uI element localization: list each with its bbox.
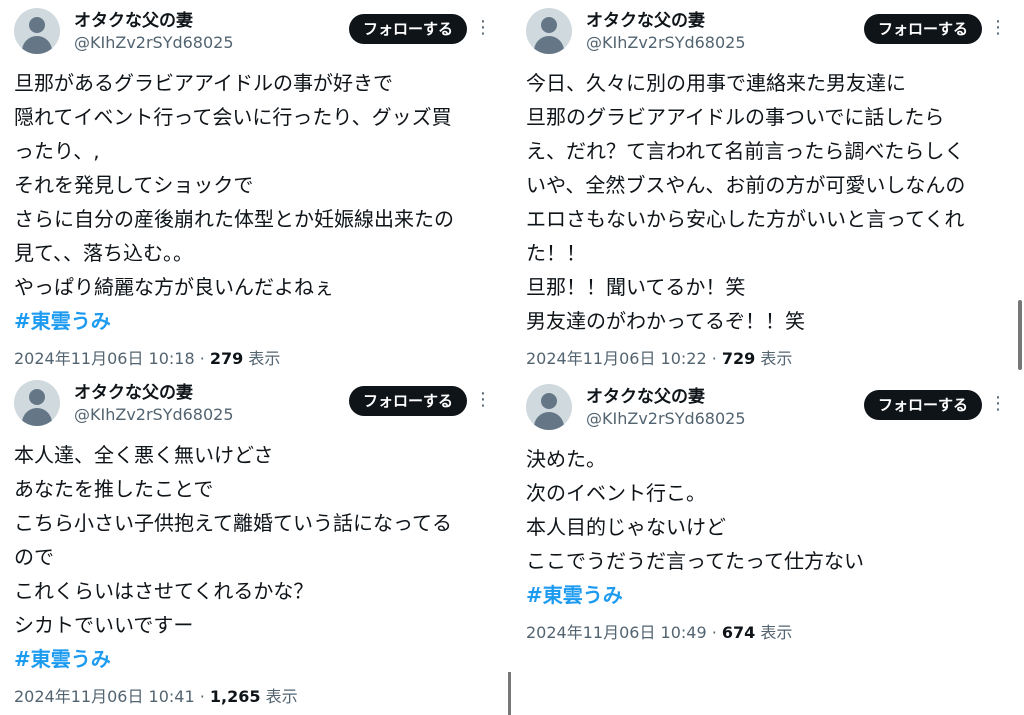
meta-separator: · — [194, 349, 210, 368]
follow-button[interactable]: フォローする — [348, 386, 467, 416]
avatar-icon[interactable] — [14, 8, 60, 54]
timestamp[interactable]: 2024年11月06日 10:49 — [526, 623, 707, 642]
more-options-icon[interactable]: ⋮ — [473, 388, 493, 412]
timestamp[interactable]: 2024年11月06日 10:41 — [14, 687, 195, 706]
meta-separator: · — [706, 349, 722, 368]
tweet-line: 今日、久々に別の用事で連絡来た男友達に — [526, 71, 906, 95]
tweet-line: さらに自分の産後崩れた体型とか妊娠線出来たの — [14, 207, 454, 231]
tweet-line: それを発見してショックで — [14, 173, 254, 197]
tweet-text: 今日、久々に別の用事で連絡来た男友達に 旦那のグラビアアイドルの事ついでに話した… — [526, 66, 1010, 338]
tweet-line: エロさもないから安心した方がいいと言ってくれ — [526, 207, 965, 231]
tweet-line: いや、全然ブスやん、お前の方が可愛いしなんの — [526, 173, 966, 197]
tweet-header: オタクな父の妻 @KIhZv2rSYd68025 フォローする ⋮ — [14, 8, 495, 66]
view-count: 1,265 — [209, 687, 261, 706]
tweet-line: 男友達のがわかってるぞ！！笑 — [526, 309, 805, 333]
tweet-line: ここでうだうだ言ってたって仕方ない — [526, 549, 864, 573]
tweet-line: た！！ — [526, 241, 586, 265]
tweet-line: ったり、, — [14, 139, 100, 163]
scrollbar-right[interactable] — [1018, 300, 1022, 370]
tweet-line: 見て、、落ち込む。。 — [14, 241, 193, 265]
tweet-line: 旦那のグラビアアイドルの事ついでに話したら — [526, 105, 945, 129]
tweet-line: やっぱり綺麗な方が良いんだよねぇ — [14, 275, 334, 299]
user-handle[interactable]: @KIhZv2rSYd68025 — [586, 408, 746, 430]
view-count: 279 — [209, 349, 244, 368]
timestamp[interactable]: 2024年11月06日 10:22 — [526, 349, 707, 368]
timestamp[interactable]: 2024年11月06日 10:18 — [14, 349, 195, 368]
tweet-line: 旦那！！聞いてるか！笑 — [526, 275, 746, 299]
avatar-icon[interactable] — [14, 380, 60, 426]
tweet-meta: 2024年11月06日 10:41 · 1,265 表示 — [14, 684, 495, 710]
more-options-icon[interactable]: ⋮ — [988, 16, 1008, 40]
tweet-line: 本人達、全く悪く無いけどさ — [14, 443, 274, 467]
hashtag-link[interactable]: #東雲うみ — [14, 304, 495, 338]
tweet-card-4[interactable]: オタクな父の妻 @KIhZv2rSYd68025 フォローする ⋮ 決めた。 次… — [512, 376, 1024, 715]
more-options-icon[interactable]: ⋮ — [988, 392, 1008, 416]
tweet-meta: 2024年11月06日 10:18 · 279 表示 — [14, 346, 495, 372]
tweet-text: 本人達、全く悪く無いけどさ あなたを推したことで こちら小さい子供抱えて離婚てい… — [14, 438, 495, 676]
user-handle[interactable]: @KIhZv2rSYd68025 — [586, 32, 746, 54]
tweet-header: オタクな父の妻 @KIhZv2rSYd68025 フォローする ⋮ — [526, 8, 1010, 66]
tweet-meta: 2024年11月06日 10:22 · 729 表示 — [526, 346, 1010, 372]
tweet-line: 次のイベント行こ。 — [526, 481, 706, 505]
avatar-icon[interactable] — [526, 8, 572, 54]
tweet-line: 隠れてイベント行って会いに行ったり、グッズ買 — [14, 105, 452, 129]
view-count: 674 — [721, 623, 756, 642]
meta-separator: · — [706, 623, 722, 642]
tweet-line: 旦那があるグラビアアイドルの事が好きで — [14, 71, 393, 95]
tweet-line: こちら小さい子供抱えて離婚ていう話になってる — [14, 511, 452, 535]
tweet-header: オタクな父の妻 @KIhZv2rSYd68025 フォローする ⋮ — [526, 384, 1010, 442]
views-label: 表示 — [243, 349, 281, 368]
user-handle[interactable]: @KIhZv2rSYd68025 — [74, 404, 234, 426]
display-name[interactable]: オタクな父の妻 — [586, 386, 746, 408]
tweet-card-2[interactable]: オタクな父の妻 @KIhZv2rSYd68025 フォローする ⋮ 今日、久々に… — [512, 0, 1024, 376]
display-name[interactable]: オタクな父の妻 — [74, 10, 234, 32]
user-handle[interactable]: @KIhZv2rSYd68025 — [74, 32, 234, 54]
tweet-card-1[interactable]: オタクな父の妻 @KIhZv2rSYd68025 フォローする ⋮ 旦那があるグ… — [0, 0, 509, 372]
views-label: 表示 — [755, 623, 793, 642]
meta-separator: · — [194, 687, 210, 706]
tweet-line: 決めた。 — [526, 447, 606, 471]
display-name[interactable]: オタクな父の妻 — [74, 382, 234, 404]
more-options-icon[interactable]: ⋮ — [473, 16, 493, 40]
display-name[interactable]: オタクな父の妻 — [586, 10, 746, 32]
view-count: 729 — [721, 349, 756, 368]
tweet-text: 決めた。 次のイベント行こ。 本人目的じゃないけど ここでうだうだ言ってたって仕… — [526, 442, 1010, 612]
views-label: 表示 — [755, 349, 793, 368]
follow-button[interactable]: フォローする — [863, 14, 982, 44]
tweet-header: オタクな父の妻 @KIhZv2rSYd68025 フォローする ⋮ — [14, 380, 495, 438]
views-label: 表示 — [260, 687, 298, 706]
tweet-line: シカトでいいですー — [14, 613, 194, 637]
hashtag-link[interactable]: #東雲うみ — [526, 578, 1010, 612]
follow-button[interactable]: フォローする — [863, 390, 982, 420]
avatar-icon[interactable] — [526, 384, 572, 430]
follow-button[interactable]: フォローする — [348, 14, 467, 44]
tweet-line: これくらいはさせてくれるかな？ — [14, 579, 314, 603]
tweet-line: え、だれ？て言われて名前言ったら調べたらしく — [526, 139, 965, 163]
scrollbar-left[interactable] — [508, 672, 511, 715]
tweet-text: 旦那があるグラビアアイドルの事が好きで 隠れてイベント行って会いに行ったり、グッ… — [14, 66, 495, 338]
tweet-card-3[interactable]: オタクな父の妻 @KIhZv2rSYd68025 フォローする ⋮ 本人達、全く… — [0, 372, 509, 715]
tweet-meta: 2024年11月06日 10:49 · 674 表示 — [526, 620, 1010, 646]
hashtag-link[interactable]: #東雲うみ — [14, 642, 495, 676]
tweet-line: ので — [14, 545, 54, 569]
tweet-line: 本人目的じゃないけど — [526, 515, 726, 539]
tweet-line: あなたを推したことで — [14, 477, 214, 501]
